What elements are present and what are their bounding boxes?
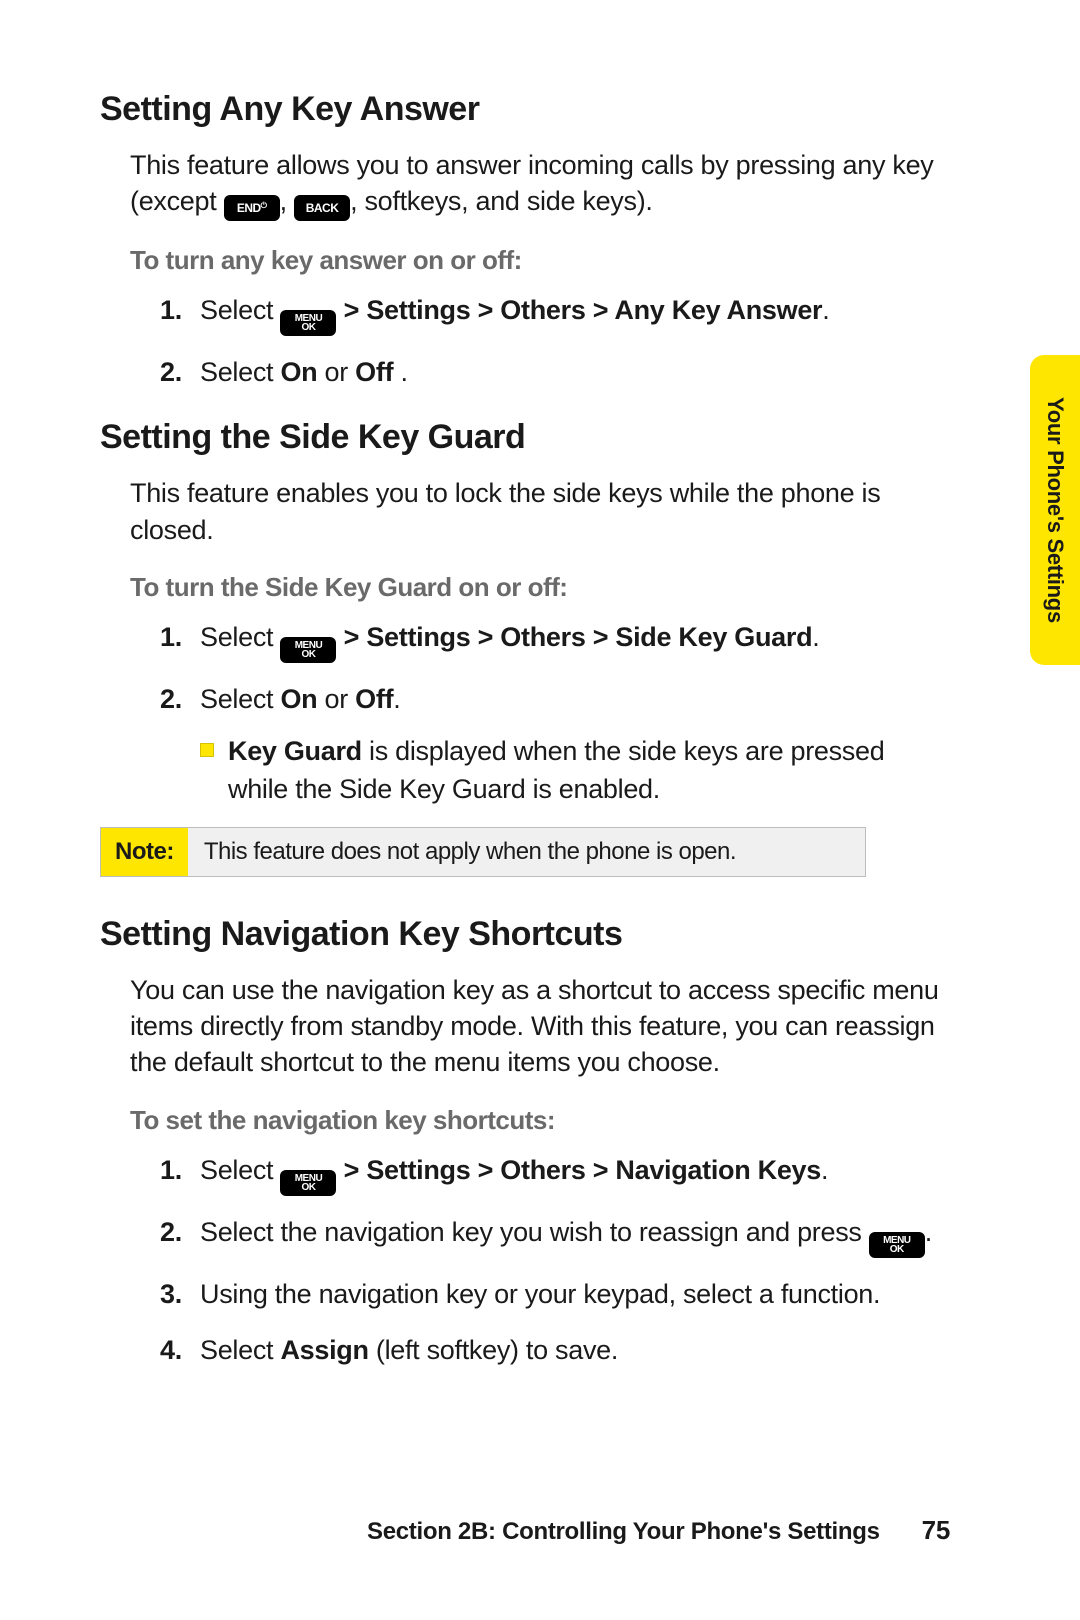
subhead-any-key: To turn any key answer on or off: <box>130 245 940 276</box>
step: 1.Select MENUOK > Settings > Others > Na… <box>160 1152 940 1196</box>
intro-side-key: This feature enables you to lock the sid… <box>130 475 940 548</box>
footer-text: Section 2B: Controlling Your Phone's Set… <box>367 1518 880 1546</box>
step: 1.Select MENUOK > Settings > Others > Si… <box>160 619 940 663</box>
subhead-nav: To set the navigation key shortcuts: <box>130 1105 940 1136</box>
step: 4.Select Assign (left softkey) to save. <box>160 1332 940 1370</box>
heading-nav-shortcuts: Setting Navigation Key Shortcuts <box>100 915 960 954</box>
page-footer: Section 2B: Controlling Your Phone's Set… <box>367 1515 950 1546</box>
step: 2.Select On or Off. <box>160 681 940 719</box>
menu-key-icon: MENUOK <box>280 1170 336 1196</box>
step: 3.Using the navigation key or your keypa… <box>160 1276 940 1314</box>
heading-any-key-answer: Setting Any Key Answer <box>100 90 960 129</box>
steps-nav: 1.Select MENUOK > Settings > Others > Na… <box>130 1152 940 1370</box>
side-tab-label: Your Phone's Settings <box>1042 397 1068 623</box>
step: 2.Select the navigation key you wish to … <box>160 1214 940 1258</box>
bullet-item: Key Guard is displayed when the side key… <box>200 733 940 809</box>
heading-side-key-guard: Setting the Side Key Guard <box>100 418 960 457</box>
steps-any-key: 1.Select MENUOK > Settings > Others > An… <box>130 292 940 392</box>
step: 1.Select MENUOK > Settings > Others > An… <box>160 292 940 336</box>
note-label: Note: <box>101 828 188 876</box>
step: 2.Select On or Off . <box>160 354 940 392</box>
menu-key-icon: MENUOK <box>869 1232 925 1258</box>
steps-side-key: 1.Select MENUOK > Settings > Others > Si… <box>130 619 940 719</box>
note-box: Note: This feature does not apply when t… <box>100 827 866 877</box>
end-key-icon: END⏻ <box>224 195 280 221</box>
bullet-icon <box>200 743 214 757</box>
menu-key-icon: MENUOK <box>280 637 336 663</box>
manual-page: Your Phone's Settings Setting Any Key An… <box>0 0 1080 1620</box>
note-text: This feature does not apply when the pho… <box>188 828 865 876</box>
back-key-icon: BACK <box>294 195 350 221</box>
subhead-side-key: To turn the Side Key Guard on or off: <box>130 572 940 603</box>
bullet-list: Key Guard is displayed when the side key… <box>130 733 940 809</box>
page-number: 75 <box>922 1515 950 1546</box>
side-tab: Your Phone's Settings <box>1030 355 1080 665</box>
intro-nav: You can use the navigation key as a shor… <box>130 972 940 1081</box>
menu-key-icon: MENUOK <box>280 310 336 336</box>
intro-any-key: This feature allows you to answer incomi… <box>130 147 940 221</box>
